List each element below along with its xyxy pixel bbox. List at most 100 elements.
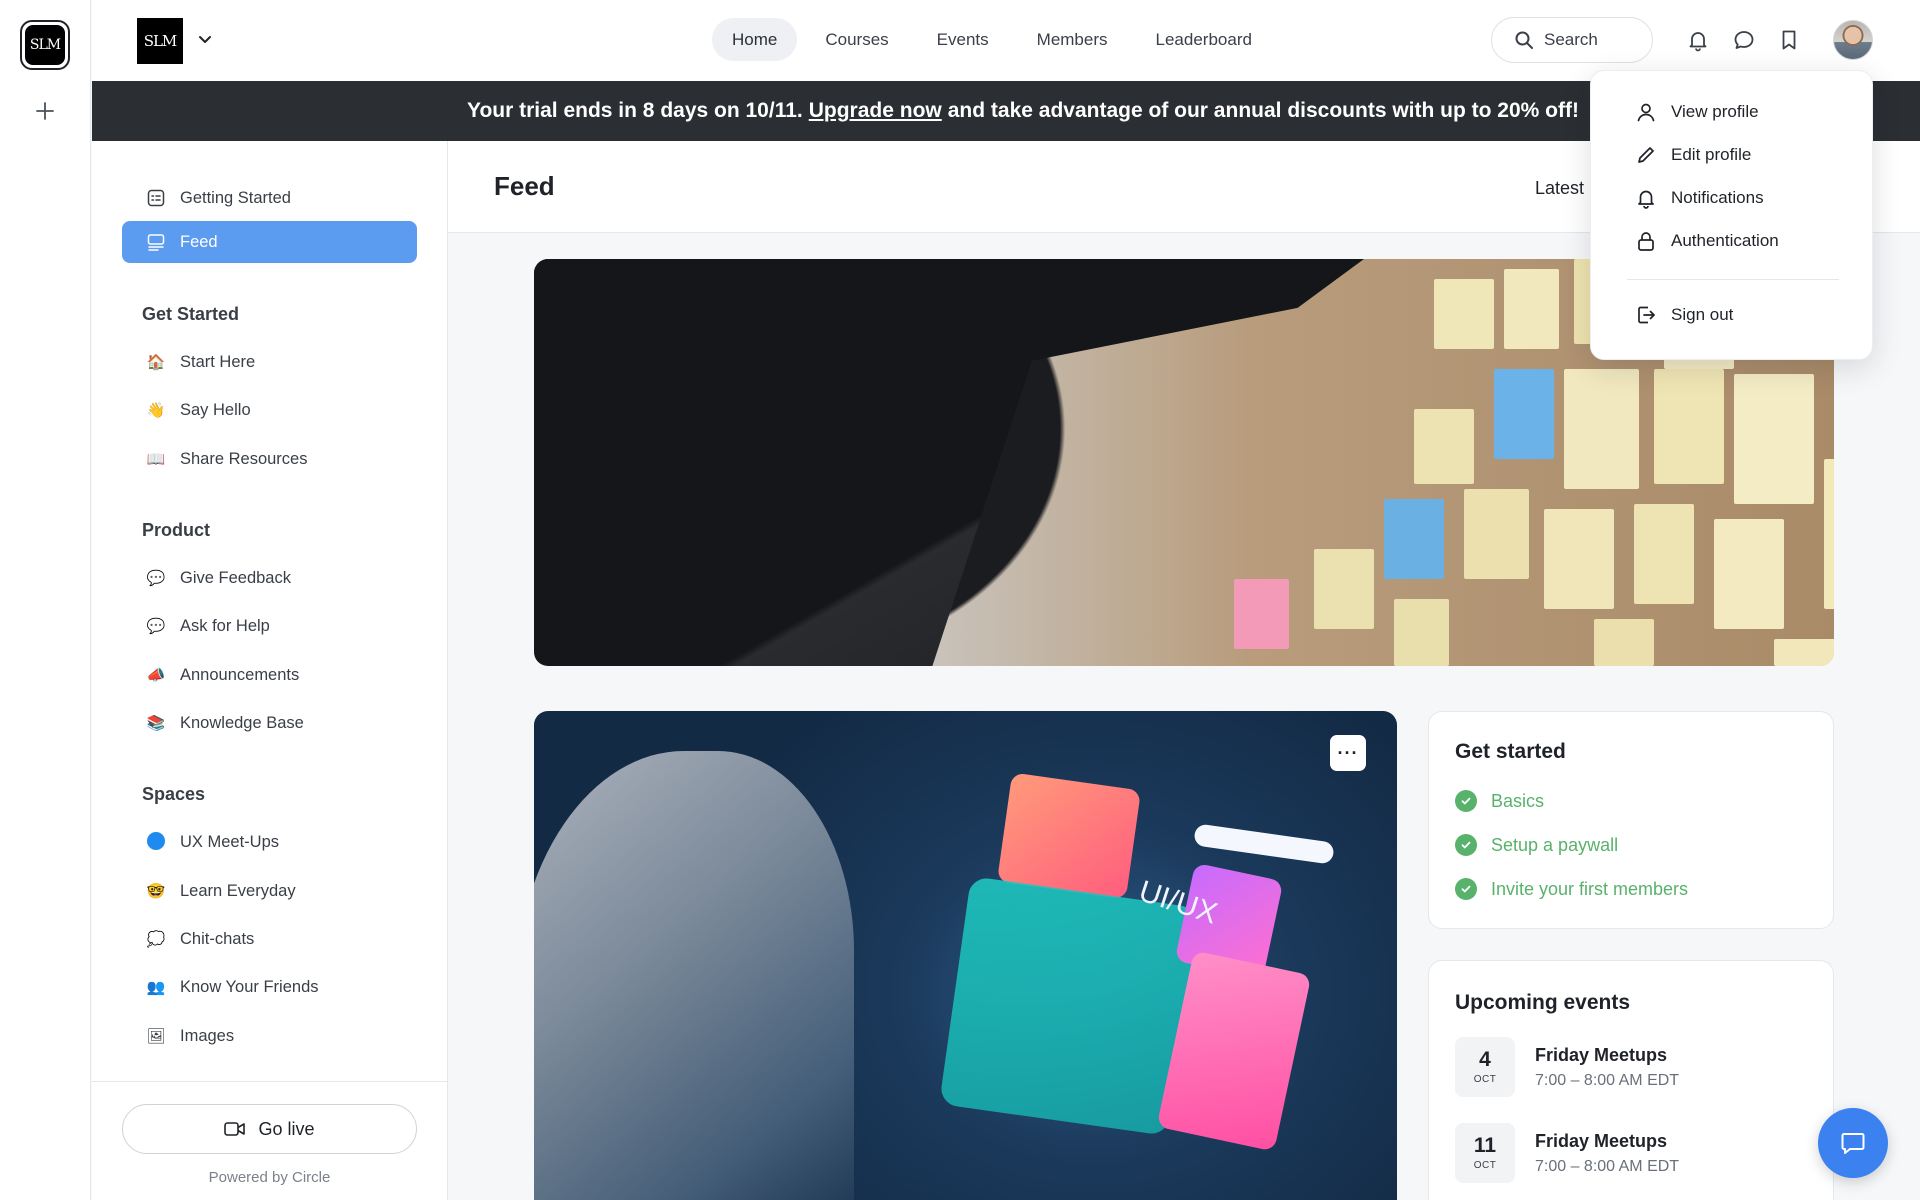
brand-logo[interactable]: SLM: [137, 18, 183, 64]
sidebar-item-give-feedback[interactable]: 💬 Give Feedback: [122, 557, 417, 599]
sidebar-item-label: Feed: [180, 232, 218, 251]
menu-item-notifications[interactable]: Notifications: [1635, 187, 1764, 209]
sidebar-item-feed[interactable]: Feed: [122, 221, 417, 263]
people-icon: 👥: [146, 978, 166, 996]
sidebar-item-say-hello[interactable]: 👋 Say Hello: [122, 389, 417, 431]
upgrade-link[interactable]: Upgrade now: [809, 99, 942, 123]
search-label: Search: [1544, 30, 1598, 49]
menu-item-edit-profile[interactable]: Edit profile: [1635, 144, 1751, 166]
bookmark-icon[interactable]: [1777, 28, 1801, 52]
sidebar-item-knowledge-base[interactable]: 📚 Knowledge Base: [122, 702, 417, 744]
event-name: Friday Meetups: [1535, 1044, 1668, 1065]
sidebar-item-images[interactable]: 🖼 Images: [122, 1015, 417, 1057]
chat-bubble-icon: [1841, 1133, 1865, 1154]
search-button[interactable]: Search: [1491, 17, 1653, 63]
check-circle-icon: [1455, 834, 1477, 856]
banner-text: Your trial ends in 8 days on 10/11.: [467, 99, 803, 122]
checklist-item-invite[interactable]: Invite your first members: [1455, 878, 1688, 900]
menu-divider: [1627, 279, 1839, 280]
speech-bubble-icon: 💬: [146, 569, 166, 587]
section-heading-product: Product: [142, 520, 211, 540]
wave-icon: 👋: [146, 401, 166, 419]
community-switcher-logo[interactable]: SLM: [20, 20, 70, 70]
chat-icon[interactable]: [1732, 28, 1756, 52]
picture-icon: 🖼: [146, 1027, 166, 1045]
blue-circle-icon: [147, 831, 165, 850]
main-nav: Home Courses Events Members Leaderboard: [712, 18, 1272, 61]
sidebar: Getting Started Feed Get Started 🏠 Start…: [92, 141, 448, 1200]
event-item[interactable]: 4 OCT Friday Meetups 7:00 – 8:00 AM EDT: [1455, 1037, 1679, 1097]
upcoming-events-title: Upcoming events: [1455, 991, 1631, 1014]
bell-icon: [1638, 190, 1654, 209]
bell-icon[interactable]: [1686, 28, 1710, 52]
checklist-icon: [147, 189, 165, 207]
pencil-icon: [1638, 147, 1654, 163]
nav-courses[interactable]: Courses: [805, 18, 908, 61]
nav-home[interactable]: Home: [712, 18, 798, 61]
event-date-badge: 4 OCT: [1455, 1037, 1515, 1097]
post-card[interactable]: UI/UX ···: [534, 711, 1397, 1200]
banner-text-after: and take advantage of our annual discoun…: [947, 99, 1579, 122]
thought-bubble-icon: 💭: [146, 930, 166, 948]
sidebar-footer: Go live Powered by Circle: [92, 1081, 447, 1200]
nav-members[interactable]: Members: [1017, 18, 1128, 61]
checklist-item-paywall[interactable]: Setup a paywall: [1455, 834, 1618, 856]
sidebar-item-share-resources[interactable]: 📖 Share Resources: [122, 438, 417, 480]
sidebar-item-know-your-friends[interactable]: 👥 Know Your Friends: [122, 966, 417, 1008]
profile-dropdown-menu: View profile Edit profile Notifications …: [1590, 70, 1873, 360]
megaphone-icon: 📣: [146, 666, 166, 684]
more-options-button[interactable]: ···: [1330, 735, 1366, 771]
section-heading-spaces: Spaces: [142, 784, 206, 804]
sidebar-item-label: Getting Started: [180, 188, 291, 207]
speech-bubble-icon: 💬: [146, 617, 166, 635]
sidebar-item-label: Say Hello: [180, 400, 251, 419]
event-time: 7:00 – 8:00 AM EDT: [1535, 1071, 1680, 1089]
sidebar-item-label: Images: [180, 1026, 235, 1045]
menu-item-authentication[interactable]: Authentication: [1635, 230, 1779, 252]
section-heading-get-started: Get Started: [142, 304, 240, 324]
lock-icon: [1638, 232, 1654, 251]
sidebar-item-chit-chats[interactable]: 💭 Chit-chats: [122, 918, 417, 960]
book-icon: 📖: [146, 450, 166, 468]
powered-by-link[interactable]: Powered by Circle: [92, 1169, 447, 1186]
nav-leaderboard[interactable]: Leaderboard: [1136, 18, 1272, 61]
event-item[interactable]: 11 OCT Friday Meetups 7:00 – 8:00 AM EDT: [1455, 1123, 1679, 1183]
sidebar-item-label: Give Feedback: [180, 568, 291, 587]
menu-item-view-profile[interactable]: View profile: [1635, 101, 1759, 123]
go-live-label: Go live: [258, 1118, 315, 1139]
avatar[interactable]: [1833, 20, 1873, 60]
sidebar-item-learn-everyday[interactable]: 🤓 Learn Everyday: [122, 870, 417, 912]
video-camera-icon: [224, 1122, 246, 1136]
sidebar-item-getting-started[interactable]: Getting Started: [122, 177, 417, 219]
check-circle-icon: [1455, 878, 1477, 900]
get-started-widget: Get started Basics Setup a paywall Invit…: [1428, 711, 1834, 929]
feed-icon: [147, 234, 165, 251]
go-live-button[interactable]: Go live: [122, 1104, 417, 1154]
sign-out-icon: [1638, 306, 1655, 324]
sidebar-item-start-here[interactable]: 🏠 Start Here: [122, 341, 417, 383]
search-icon: [1515, 31, 1533, 49]
sidebar-item-label: Announcements: [180, 665, 300, 684]
sidebar-item-label: UX Meet-Ups: [180, 832, 280, 851]
sidebar-item-label: Chit-chats: [180, 929, 255, 948]
event-name: Friday Meetups: [1535, 1130, 1668, 1151]
chevron-down-icon[interactable]: [196, 30, 214, 48]
community-rail: SLM: [0, 0, 91, 1200]
event-date-badge: 11 OCT: [1455, 1123, 1515, 1183]
sidebar-item-label: Ask for Help: [180, 616, 270, 635]
music-card-graphic: [996, 772, 1142, 900]
sort-dropdown[interactable]: Latest: [1535, 178, 1584, 199]
sidebar-item-ux-meet-ups[interactable]: UX Meet-Ups: [122, 821, 417, 863]
house-icon: 🏠: [146, 353, 166, 371]
page-title: Feed: [494, 171, 555, 201]
sidebar-item-ask-for-help[interactable]: 💬 Ask for Help: [122, 605, 417, 647]
menu-item-sign-out[interactable]: Sign out: [1635, 304, 1733, 326]
nerd-face-icon: 🤓: [146, 882, 166, 900]
nav-events[interactable]: Events: [917, 18, 1009, 61]
sidebar-item-announcements[interactable]: 📣 Announcements: [122, 654, 417, 696]
top-header: SLM Home Courses Events Members Leaderbo…: [92, 0, 1920, 81]
chat-launcher-button[interactable]: [1818, 1108, 1888, 1178]
plus-icon[interactable]: [30, 96, 60, 126]
checklist-item-basics[interactable]: Basics: [1455, 790, 1544, 812]
sidebar-item-label: Know Your Friends: [180, 977, 319, 996]
